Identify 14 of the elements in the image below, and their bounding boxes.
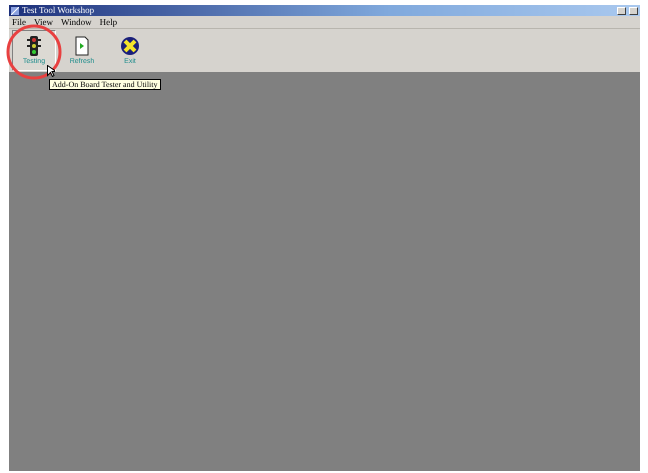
menu-item[interactable]: View: [34, 16, 53, 28]
menu-item[interactable]: Window: [60, 16, 92, 28]
app-icon: [11, 6, 19, 14]
restore-button[interactable]: [629, 6, 638, 14]
minimize-button[interactable]: [617, 6, 626, 14]
exit-icon: [120, 36, 140, 56]
highlight-circle: [6, 24, 62, 80]
menu-item[interactable]: Help: [100, 16, 118, 28]
cursor-icon: [47, 65, 55, 77]
document-icon: [75, 36, 89, 56]
window-title: Test Tool Workshop: [22, 5, 96, 16]
traffic-light-icon: [27, 36, 41, 56]
menu-item[interactable]: File: [12, 16, 26, 28]
tooltip: Add-On Board Tester and Utility: [49, 79, 160, 90]
